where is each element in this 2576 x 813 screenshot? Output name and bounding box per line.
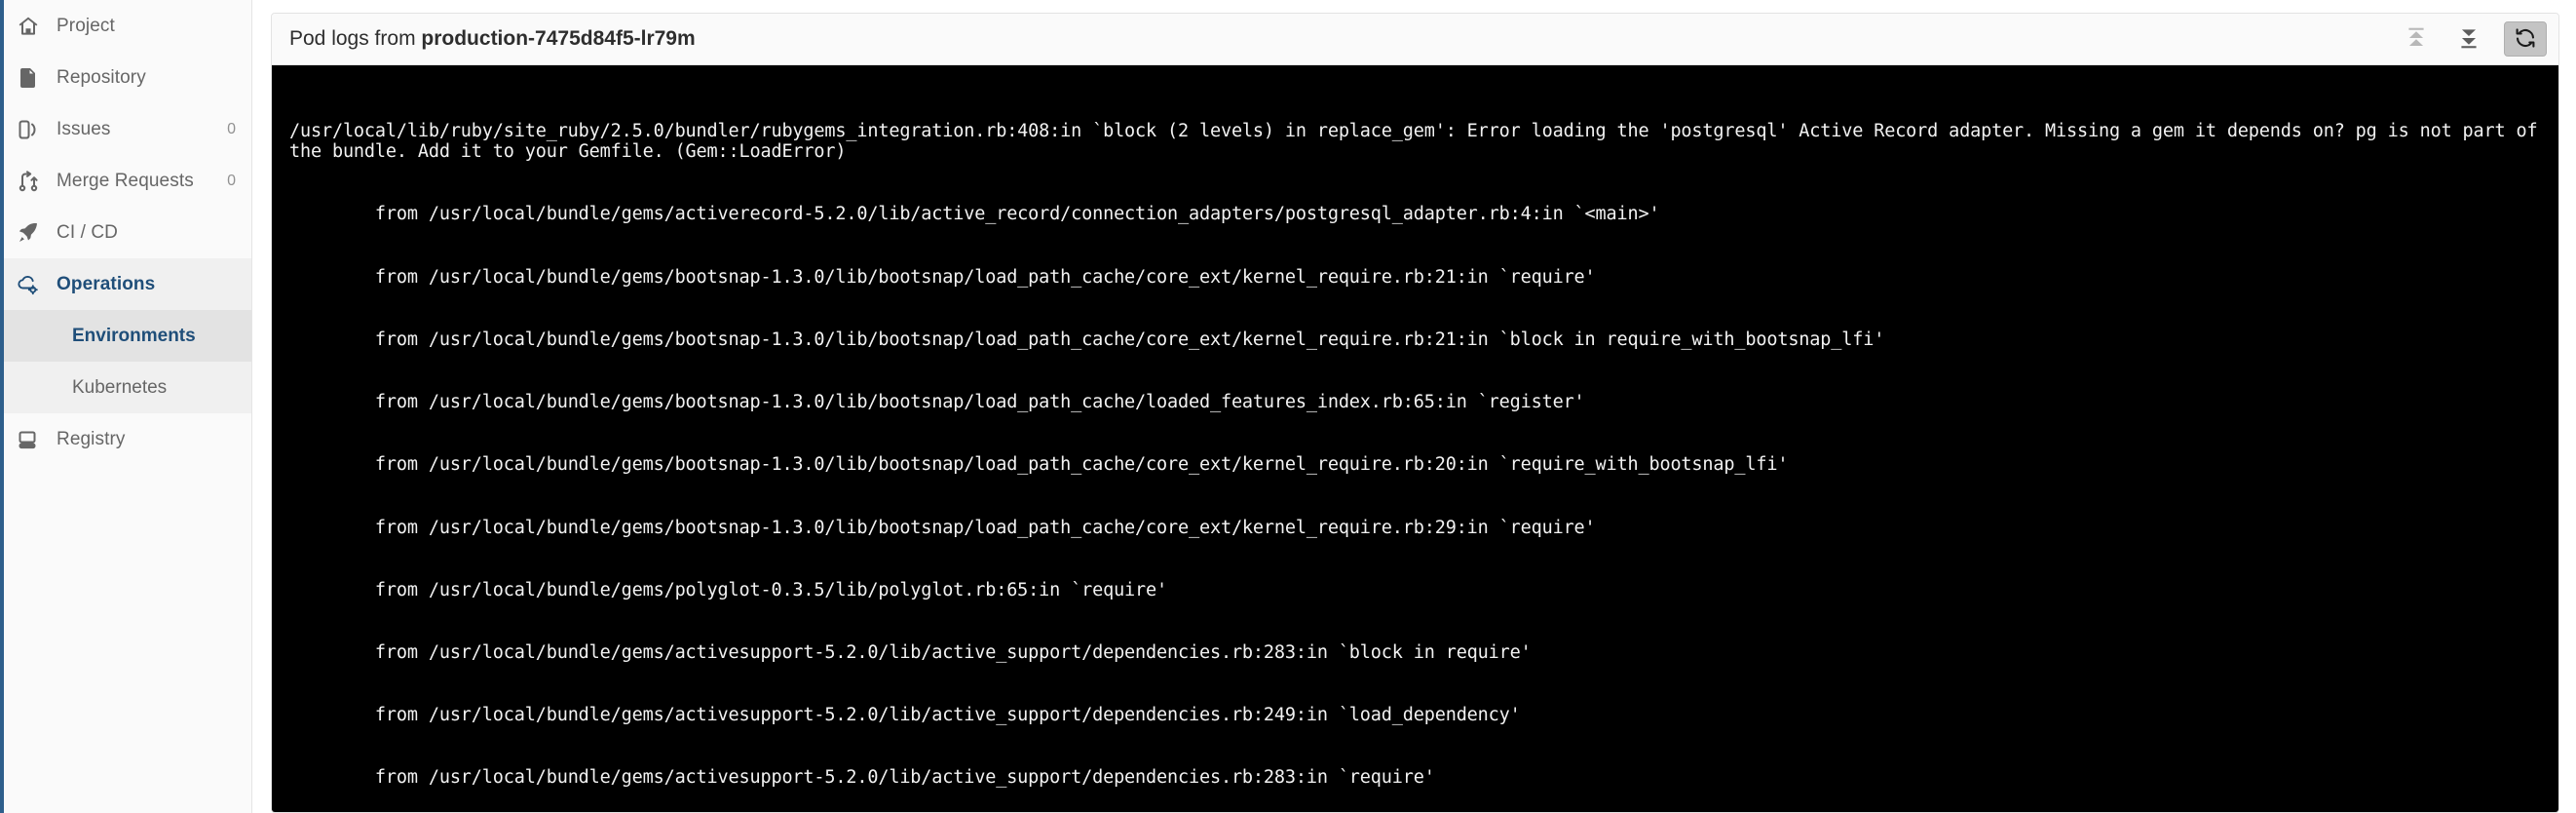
log-line: from /usr/local/bundle/gems/bootsnap-1.3…	[289, 392, 1585, 413]
sidebar-item-label: CI / CD	[57, 221, 118, 243]
sidebar-item-label: Issues	[57, 118, 111, 139]
sidebar-item-kubernetes[interactable]: Kubernetes	[0, 362, 251, 413]
subnav-item-label: Kubernetes	[72, 376, 168, 398]
scroll-to-bottom-icon	[2456, 25, 2481, 54]
rocket-icon	[16, 221, 41, 245]
cloud-gear-icon	[16, 273, 41, 296]
log-line: /usr/local/lib/ruby/site_ruby/2.5.0/bund…	[289, 120, 2549, 163]
log-line: from /usr/local/bundle/gems/activesuppor…	[289, 705, 1521, 726]
merge-request-icon	[16, 170, 41, 193]
project-sidebar: Project Repository Issues 0 Merge Reques…	[0, 0, 252, 813]
pod-logs-output[interactable]: /usr/local/lib/ruby/site_ruby/2.5.0/bund…	[272, 65, 2558, 812]
issues-icon	[16, 118, 41, 141]
log-line: from /usr/local/bundle/gems/bootsnap-1.3…	[289, 329, 1885, 350]
sidebar-item-label: Merge Requests	[57, 170, 194, 191]
sidebar-item-label: Repository	[57, 66, 146, 88]
sidebar-item-issues[interactable]: Issues 0	[0, 103, 251, 155]
merge-requests-count-badge: 0	[227, 172, 236, 189]
refresh-button[interactable]	[2504, 21, 2547, 57]
sidebar-item-registry[interactable]: Registry	[0, 413, 251, 465]
log-line: from /usr/local/bundle/gems/bootsnap-1.3…	[289, 454, 1789, 476]
pod-logs-header: Pod logs from production-7475d84f5-lr79m	[272, 14, 2558, 65]
scroll-to-top-button[interactable]	[2399, 21, 2434, 57]
document-icon	[16, 66, 41, 90]
sidebar-item-label: Operations	[57, 273, 156, 294]
sidebar-item-label: Registry	[57, 428, 126, 449]
scroll-to-bottom-button[interactable]	[2451, 21, 2486, 57]
log-line: from /usr/local/bundle/gems/activerecord…	[289, 204, 1660, 225]
main-content: Pod logs from production-7475d84f5-lr79m	[252, 0, 2576, 813]
log-line: from /usr/local/bundle/gems/activesuppor…	[289, 767, 1435, 789]
sidebar-item-environments[interactable]: Environments	[0, 310, 251, 362]
pod-name: production-7475d84f5-lr79m	[421, 27, 696, 50]
refresh-icon	[2514, 26, 2537, 53]
pod-logs-panel: Pod logs from production-7475d84f5-lr79m	[271, 13, 2559, 813]
sidebar-item-merge-requests[interactable]: Merge Requests 0	[0, 155, 251, 207]
sidebar-item-project[interactable]: Project	[0, 0, 251, 52]
log-line: from /usr/local/bundle/gems/polyglot-0.3…	[289, 579, 1168, 600]
pod-logs-title: Pod logs from production-7475d84f5-lr79m	[289, 27, 696, 51]
scroll-to-top-icon	[2404, 25, 2429, 54]
sidebar-item-label: Project	[57, 15, 115, 36]
home-icon	[16, 15, 41, 38]
operations-subnav: Environments Kubernetes	[0, 310, 251, 413]
sidebar-item-operations[interactable]: Operations	[0, 258, 251, 310]
sidebar-item-repository[interactable]: Repository	[0, 52, 251, 103]
sidebar-group-operations: Operations Environments Kubernetes	[0, 258, 251, 413]
log-line: from /usr/local/bundle/gems/activesuppor…	[289, 641, 1532, 663]
pod-logs-toolbar	[2399, 21, 2547, 57]
issues-count-badge: 0	[227, 120, 236, 137]
log-line: from /usr/local/bundle/gems/bootsnap-1.3…	[289, 517, 1596, 538]
sidebar-item-ci-cd[interactable]: CI / CD	[0, 207, 251, 258]
app-root: Project Repository Issues 0 Merge Reques…	[0, 0, 2576, 813]
subnav-item-label: Environments	[72, 325, 196, 346]
pod-logs-title-prefix: Pod logs from	[289, 27, 422, 50]
log-line: from /usr/local/bundle/gems/bootsnap-1.3…	[289, 266, 1596, 288]
monitor-icon	[16, 428, 41, 451]
